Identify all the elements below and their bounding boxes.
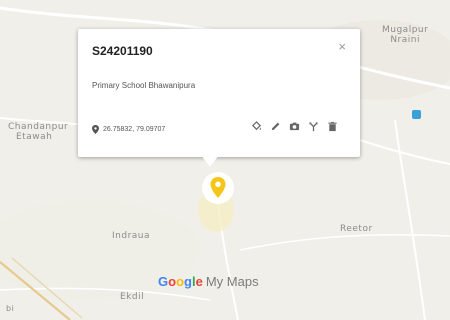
popup-pointer [201,155,219,167]
place-label-edge: bi [6,304,15,313]
place-label-reetor: Reetor [340,224,373,234]
info-popup: S24201190 × Primary School Bhawanipura 2… [78,29,360,157]
camera-icon[interactable] [289,121,300,132]
place-label-etawah: Etawah [16,132,53,142]
close-button[interactable]: × [338,39,346,54]
location-pin-icon [92,125,99,134]
popup-coordinates: 26.75832, 79.09707 [92,125,165,134]
place-label-ekdil: Ekdil [120,292,145,302]
google-my-maps-logo: Google My Maps [158,274,259,289]
place-label-indraua: Indraua [112,231,151,241]
map-pin-icon[interactable] [198,168,238,208]
place-label-mugalpur: Mugalpur Nraini [382,25,429,45]
transit-icon [412,110,421,119]
paint-bucket-icon[interactable] [251,121,262,132]
popup-title: S24201190 [92,44,153,58]
popup-description: Primary School Bhawanipura [92,81,196,90]
edit-icon[interactable] [270,121,281,132]
directions-icon[interactable] [308,121,319,132]
brand-my-maps: My Maps [205,274,259,289]
delete-icon[interactable] [327,121,338,132]
popup-toolbar [251,121,338,132]
brand-google: Google [158,274,203,289]
coordinates-text: 26.75832, 79.09707 [103,126,166,133]
place-label-chandanpur: Chandanpur [8,122,69,132]
